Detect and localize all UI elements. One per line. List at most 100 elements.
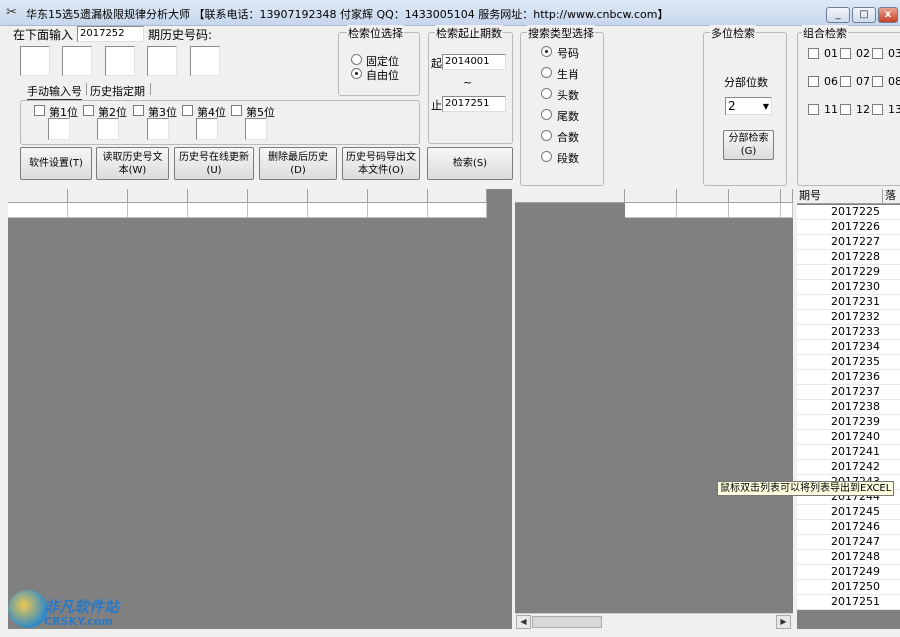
position-checkbox-3[interactable]	[133, 105, 144, 116]
issue-list-cell[interactable]	[883, 580, 900, 595]
number-box-1[interactable]	[20, 46, 50, 76]
issue-list-cell[interactable]	[883, 565, 900, 580]
detail-header-cell[interactable]	[781, 189, 793, 203]
position-checkbox-4[interactable]	[182, 105, 193, 116]
search-type-radio-zodiac[interactable]	[541, 67, 552, 78]
delete-last-button[interactable]: 删除最后历史(D)	[259, 147, 337, 180]
grid-cell[interactable]	[428, 203, 487, 218]
issue-list-cell[interactable]	[883, 385, 900, 400]
grid-header-cell[interactable]	[428, 189, 487, 203]
grid-header-cell[interactable]	[188, 189, 248, 203]
update-online-button[interactable]: 历史号在线更新(U)	[174, 147, 254, 180]
tab-manual-input[interactable]: 手动输入号	[27, 83, 82, 100]
issue-list-cell[interactable]	[883, 310, 900, 325]
issue-list-row[interactable]: 2017239	[797, 415, 883, 430]
issue-list-cell[interactable]	[883, 505, 900, 520]
grid-cell[interactable]	[8, 203, 68, 218]
issue-list-cell[interactable]	[883, 250, 900, 265]
position-value-1[interactable]	[48, 118, 70, 140]
issue-list-row[interactable]: 2017227	[797, 235, 883, 250]
issue-list-row[interactable]: 2017236	[797, 370, 883, 385]
combo-checkbox-12[interactable]	[840, 104, 851, 115]
grid-cell[interactable]	[68, 203, 128, 218]
search-type-radio-number[interactable]	[541, 46, 552, 57]
issue-list-cell[interactable]	[883, 340, 900, 355]
combo-checkbox-01[interactable]	[808, 48, 819, 59]
issue-list-cell[interactable]	[883, 430, 900, 445]
position-checkbox-1[interactable]	[34, 105, 45, 116]
issue-list-cell[interactable]	[883, 445, 900, 460]
combo-checkbox-03[interactable]	[872, 48, 883, 59]
scroll-right-icon[interactable]: ▶	[776, 615, 791, 629]
maximize-button[interactable]: □	[852, 7, 876, 23]
issue-list-row[interactable]: 2017226	[797, 220, 883, 235]
issue-list-cell[interactable]	[883, 520, 900, 535]
issue-list-row[interactable]: 2017246	[797, 520, 883, 535]
grid-header-cell[interactable]	[128, 189, 188, 203]
detail-header-cell[interactable]	[729, 189, 781, 203]
search-button[interactable]: 检索(S)	[427, 147, 513, 180]
issue-list-row[interactable]: 2017228	[797, 250, 883, 265]
issue-list-row[interactable]: 2017251	[797, 595, 883, 610]
issue-list-row[interactable]: 2017233	[797, 325, 883, 340]
position-value-3[interactable]	[147, 118, 169, 140]
detail-cell[interactable]	[781, 203, 793, 218]
grid-cell[interactable]	[368, 203, 428, 218]
issue-list-cell[interactable]	[883, 325, 900, 340]
issue-list-row[interactable]: 2017249	[797, 565, 883, 580]
end-period-input[interactable]: 2017251	[442, 96, 506, 112]
issue-list-cell[interactable]	[883, 535, 900, 550]
issue-list-cell[interactable]	[883, 460, 900, 475]
grid-header-cell[interactable]	[308, 189, 368, 203]
position-value-2[interactable]	[97, 118, 119, 140]
issue-list-cell[interactable]	[883, 400, 900, 415]
issue-list-row[interactable]: 2017232	[797, 310, 883, 325]
issue-list-cell[interactable]	[883, 280, 900, 295]
start-period-input[interactable]: 2014001	[442, 54, 506, 70]
issue-list-second-header[interactable]: 落	[883, 189, 900, 204]
position-checkbox-5[interactable]	[231, 105, 242, 116]
grid-header-cell[interactable]	[248, 189, 308, 203]
read-history-button[interactable]: 读取历史号文本(W)	[96, 147, 169, 180]
detail-header-cell[interactable]	[515, 189, 625, 203]
combo-checkbox-06[interactable]	[808, 76, 819, 87]
issue-list-cell[interactable]	[883, 235, 900, 250]
grid-cell[interactable]	[128, 203, 188, 218]
grid-cell[interactable]	[308, 203, 368, 218]
detail-grid[interactable]	[515, 189, 793, 613]
search-type-radio-tail[interactable]	[541, 109, 552, 120]
issue-list[interactable]: 期号 落 2017225 2017226 2017227 2017228 2017229…	[797, 189, 900, 629]
issue-list-row[interactable]: 2017241	[797, 445, 883, 460]
issue-list-row[interactable]: 2017248	[797, 550, 883, 565]
number-box-2[interactable]	[62, 46, 92, 76]
number-box-4[interactable]	[147, 46, 177, 76]
issue-list-row[interactable]: 2017247	[797, 535, 883, 550]
detail-cell[interactable]	[625, 203, 677, 218]
split-count-select[interactable]: 2 ▼	[725, 97, 772, 115]
horizontal-scrollbar[interactable]: ◀ ▶	[515, 613, 793, 629]
issue-list-row[interactable]: 2017237	[797, 385, 883, 400]
grid-header-cell[interactable]	[68, 189, 128, 203]
fixed-position-radio[interactable]	[351, 54, 362, 65]
combo-checkbox-11[interactable]	[808, 104, 819, 115]
detail-cell[interactable]	[729, 203, 781, 218]
grid-header-cell[interactable]	[368, 189, 428, 203]
issue-list-header[interactable]: 期号	[797, 189, 883, 204]
results-grid[interactable]	[8, 189, 512, 629]
grid-cell[interactable]	[188, 203, 248, 218]
issue-list-row[interactable]: 2017225	[797, 205, 883, 220]
position-value-4[interactable]	[196, 118, 218, 140]
issue-list-cell[interactable]	[883, 205, 900, 220]
grid-cell[interactable]	[248, 203, 308, 218]
issue-list-row[interactable]: 2017250	[797, 580, 883, 595]
settings-button[interactable]: 软件设置(T)	[20, 147, 92, 180]
issue-list-row[interactable]: 2017240	[797, 430, 883, 445]
detail-header-cell[interactable]	[677, 189, 729, 203]
issue-list-cell[interactable]	[883, 355, 900, 370]
issue-list-row[interactable]: 2017238	[797, 400, 883, 415]
grid-header-cell[interactable]	[8, 189, 68, 203]
export-text-button[interactable]: 历史号码导出文本文件(O)	[342, 147, 420, 180]
search-type-radio-sum[interactable]	[541, 130, 552, 141]
minimize-button[interactable]: _	[826, 7, 850, 23]
combo-checkbox-08[interactable]	[872, 76, 883, 87]
